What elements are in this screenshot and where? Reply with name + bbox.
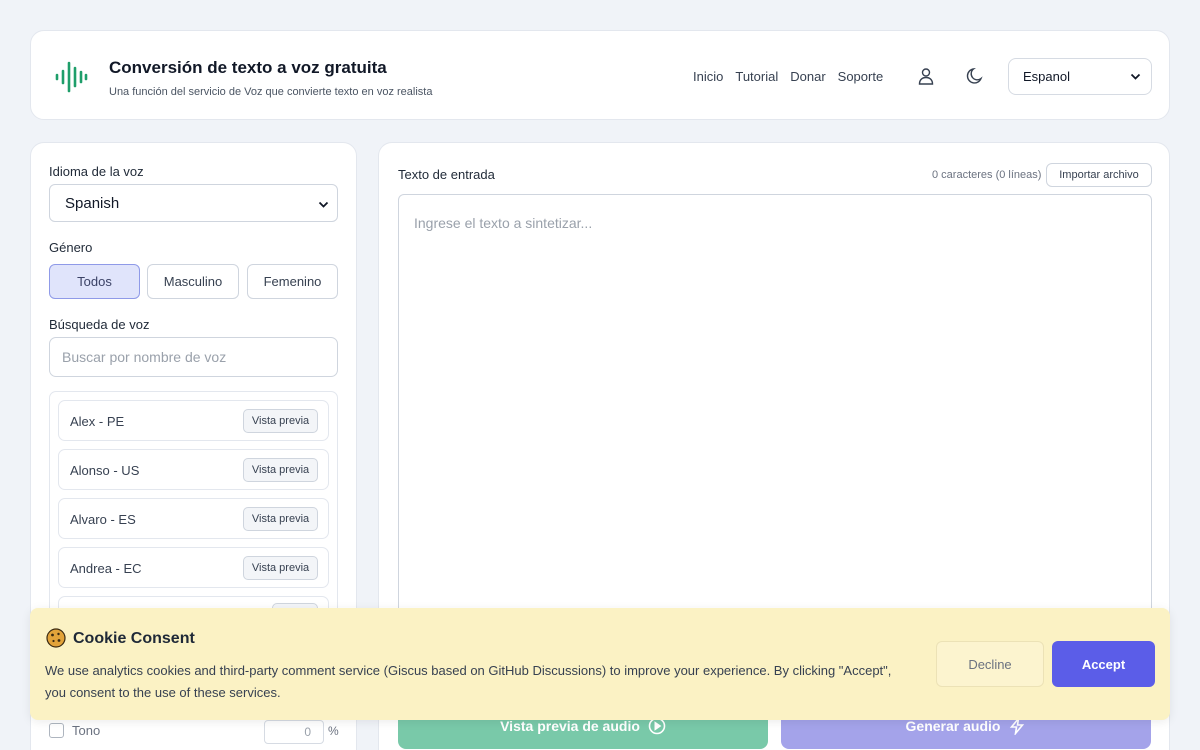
nav-link-tutorial[interactable]: Tutorial bbox=[735, 69, 778, 84]
voice-list-item[interactable]: Andrea - EC Vista previa bbox=[58, 547, 329, 588]
chevron-down-icon bbox=[1130, 73, 1141, 80]
cookie-icon bbox=[46, 628, 66, 648]
tono-label: Tono bbox=[72, 723, 101, 738]
language-select[interactable]: Espanol bbox=[1008, 58, 1152, 95]
voice-search-label: Búsqueda de voz bbox=[49, 317, 150, 332]
tono-unit: % bbox=[328, 724, 339, 738]
voice-language-value: Spanish bbox=[65, 194, 120, 212]
voice-language-select[interactable]: Spanish bbox=[49, 184, 338, 222]
voice-name: Alvaro - ES bbox=[70, 512, 136, 527]
nav-link-donar[interactable]: Donar bbox=[790, 69, 825, 84]
tono-setting: Tono 0 % bbox=[49, 720, 349, 744]
tono-input[interactable]: 0 bbox=[264, 720, 324, 744]
audio-wave-icon bbox=[55, 61, 88, 93]
user-icon[interactable] bbox=[917, 67, 935, 85]
cookie-message: We use analytics cookies and third-party… bbox=[45, 663, 892, 700]
voice-preview-button[interactable]: Vista previa bbox=[243, 409, 318, 433]
gender-label: Género bbox=[49, 240, 93, 255]
chevron-down-icon bbox=[318, 201, 329, 208]
generate-audio-label: Generar audio bbox=[905, 718, 1001, 734]
character-count: 0 caracteres (0 líneas) bbox=[932, 169, 1042, 181]
gender-button-masculino[interactable]: Masculino bbox=[147, 264, 239, 299]
nav-link-inicio[interactable]: Inicio bbox=[693, 69, 723, 84]
voice-list-item[interactable]: Alex - PE Vista previa bbox=[58, 400, 329, 441]
voice-name: Alonso - US bbox=[70, 463, 140, 478]
app-header: Conversión de texto a voz gratuita Una f… bbox=[30, 30, 1170, 120]
tono-checkbox[interactable] bbox=[49, 723, 64, 738]
language-select-value: Espanol bbox=[1023, 69, 1070, 84]
cookie-consent-banner: Cookie Consent We use analytics cookies … bbox=[30, 608, 1170, 720]
voice-preview-button[interactable]: Vista previa bbox=[243, 507, 318, 531]
preview-audio-label: Vista previa de audio bbox=[500, 718, 640, 734]
voice-language-label: Idioma de la voz bbox=[49, 164, 144, 179]
voice-list-item[interactable]: Alvaro - ES Vista previa bbox=[58, 498, 329, 539]
input-text-label: Texto de entrada bbox=[398, 167, 495, 182]
moon-icon[interactable] bbox=[966, 67, 984, 85]
top-nav: Inicio Tutorial Donar Soporte bbox=[693, 69, 883, 84]
gender-button-femenino[interactable]: Femenino bbox=[247, 264, 338, 299]
voice-name: Andrea - EC bbox=[70, 561, 142, 576]
cookie-title: Cookie Consent bbox=[73, 630, 195, 647]
gender-button-todos[interactable]: Todos bbox=[49, 264, 140, 299]
accept-button[interactable]: Accept bbox=[1052, 641, 1155, 687]
decline-button[interactable]: Decline bbox=[936, 641, 1044, 687]
text-input-area[interactable]: Ingrese el texto a sintetizar... bbox=[398, 194, 1152, 634]
voice-search-input[interactable]: Buscar por nombre de voz bbox=[49, 337, 338, 377]
import-file-button[interactable]: Importar archivo bbox=[1046, 163, 1152, 187]
nav-link-soporte[interactable]: Soporte bbox=[838, 69, 884, 84]
app-subtitle: Una función del servicio de Voz que conv… bbox=[109, 86, 433, 98]
voice-name: Alex - PE bbox=[70, 414, 125, 429]
voice-preview-button[interactable]: Vista previa bbox=[243, 556, 318, 580]
voice-list-item[interactable]: Alonso - US Vista previa bbox=[58, 449, 329, 490]
app-title: Conversión de texto a voz gratuita bbox=[109, 58, 387, 77]
voice-preview-button[interactable]: Vista previa bbox=[243, 458, 318, 482]
